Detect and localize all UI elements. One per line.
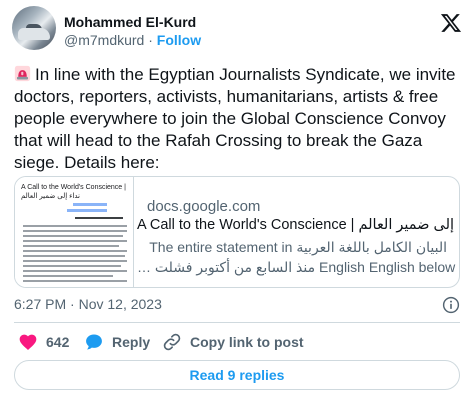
thumbnail-text-line (23, 225, 127, 227)
author-handle-row: @m7mdkurd · Follow (64, 32, 201, 48)
link-description: The entire statement in البيان الكامل با… (137, 237, 456, 277)
like-count: 642 (46, 334, 70, 350)
thumbnail-link-line (67, 209, 107, 212)
tweet-body: In line with the Egyptian Journalists Sy… (14, 65, 456, 172)
link-title: A Call to the World's Conscience | نداء … (137, 217, 459, 233)
tweet-header: Mohammed El-Kurd @m7mdkurd · Follow (12, 6, 462, 58)
link-preview-card[interactable]: A Call to the World's Conscience | نداء … (14, 176, 460, 288)
link-icon (163, 333, 181, 351)
info-icon[interactable] (442, 296, 460, 314)
thumbnail-title: A Call to the World's Conscience | نداء … (21, 184, 126, 200)
read-replies-button[interactable]: Read 9 replies (14, 360, 460, 390)
thumbnail-link-line (73, 203, 107, 206)
thumbnail-text-line (23, 270, 127, 272)
link-domain: docs.google.com (147, 198, 261, 215)
action-bar: 642 Reply Copy link to post (14, 332, 460, 352)
tweet-text: In line with the Egyptian Journalists Sy… (14, 64, 462, 174)
thumbnail-text-line (23, 265, 121, 267)
link-card-body: docs.google.com A Call to the World's Co… (135, 177, 459, 287)
avatar[interactable] (12, 6, 56, 50)
thumbnail-text-line (75, 217, 123, 219)
divider (14, 322, 460, 323)
author-handle[interactable]: @m7mdkurd (64, 32, 144, 48)
thumbnail-text-line (23, 260, 127, 262)
handle-separator: · (144, 32, 157, 48)
reply-button[interactable]: Reply (84, 332, 150, 352)
reply-label: Reply (112, 334, 151, 350)
link-thumbnail: A Call to the World's Conscience | نداء … (15, 177, 134, 287)
follow-button[interactable]: Follow (157, 32, 201, 48)
copy-link-button[interactable]: Copy link to post (162, 332, 304, 352)
x-logo-icon[interactable] (440, 12, 462, 34)
thumbnail-text-line (23, 280, 127, 282)
thumbnail-text-line (23, 240, 127, 242)
reply-bubble-icon (86, 334, 102, 350)
thumbnail-text-line (23, 245, 119, 247)
thumbnail-text-line (23, 235, 123, 237)
like-button[interactable]: 642 (18, 332, 69, 352)
thumbnail-text-line (23, 275, 113, 277)
thumbnail-text-line (23, 250, 127, 252)
heart-icon (19, 334, 37, 350)
thumbnail-text-line (23, 230, 127, 232)
copy-link-label: Copy link to post (190, 334, 304, 350)
link-description-line: … منذ السابع من أكتوبر فشلت English Engl… (137, 259, 456, 275)
siren-icon (14, 65, 31, 82)
avatar-car-body (18, 28, 50, 40)
author-name[interactable]: Mohammed El-Kurd (64, 14, 196, 30)
thumbnail-text-line (23, 255, 125, 257)
tweet-timestamp[interactable]: 6:27 PM · Nov 12, 2023 (14, 296, 162, 312)
link-description-line: The entire statement in البيان الكامل با… (149, 239, 447, 255)
